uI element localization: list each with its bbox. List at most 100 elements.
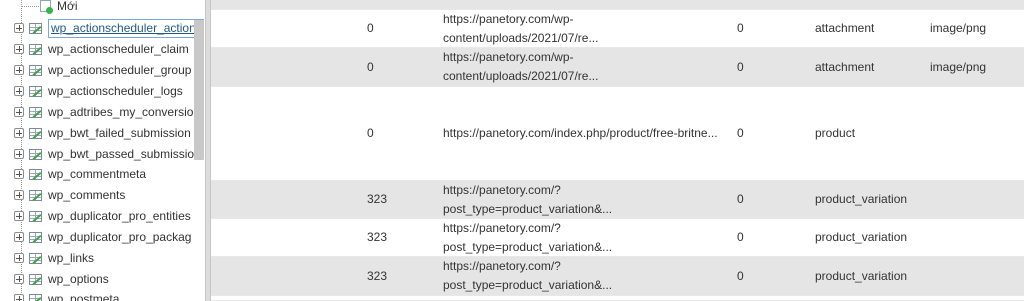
table-row[interactable]: 323 https://panetory.com/? post_type=pro… [211, 219, 1024, 257]
expand-icon[interactable] [14, 169, 24, 179]
table-name-link[interactable]: wp_actionscheduler_claim [48, 39, 189, 59]
table-icon[interactable] [29, 43, 42, 55]
mime-type-cell[interactable] [930, 257, 1020, 295]
mime-type-cell[interactable] [930, 181, 1020, 218]
expand-icon[interactable] [14, 86, 24, 96]
expand-icon[interactable] [14, 107, 24, 117]
menu-order-cell[interactable]: 0 [737, 48, 777, 86]
table-name-link[interactable]: wp_options [48, 269, 109, 289]
expand-icon[interactable] [14, 23, 24, 33]
table-row [211, 296, 1024, 301]
post-type-cell[interactable]: product_variation [815, 181, 925, 218]
expand-icon[interactable] [14, 128, 24, 138]
table-icon[interactable] [29, 293, 42, 301]
expand-icon[interactable] [14, 294, 24, 301]
post-type-cell[interactable]: attachment [815, 48, 925, 86]
table-name-link[interactable]: wp_actionscheduler_actions [48, 18, 204, 38]
tree-item-table[interactable]: wp_commentmeta [14, 164, 204, 184]
table-icon[interactable] [29, 252, 42, 264]
table-name-link[interactable]: wp_comments [48, 185, 125, 205]
table-row[interactable]: 0 https://panetory.com/wp- content/uploa… [211, 10, 1024, 48]
post-type-cell[interactable]: attachment [815, 10, 925, 47]
guid-cell[interactable]: https://panetory.com/? post_type=product… [443, 181, 728, 218]
post-parent-cell[interactable]: 0 [367, 10, 427, 47]
guid-cell[interactable]: https://panetory.com/? post_type=product… [443, 257, 728, 295]
guid-cell[interactable]: https://panetory.com/? post_type=product… [443, 219, 728, 256]
mime-type-cell[interactable] [930, 87, 1020, 180]
post-parent-cell[interactable]: 323 [367, 181, 427, 218]
table-icon[interactable] [29, 273, 42, 285]
tree-item-table[interactable]: wp_bwt_passed_submissio [14, 144, 204, 164]
menu-order-cell[interactable]: 0 [737, 10, 777, 47]
expand-icon[interactable] [14, 211, 24, 221]
tree-item-table[interactable]: wp_comments [14, 185, 204, 205]
table-icon[interactable] [29, 210, 42, 222]
table-icon[interactable] [29, 22, 42, 34]
table-name-link[interactable]: wp_adtribes_my_conversio [48, 102, 193, 122]
tree-item-table[interactable]: wp_links [14, 248, 204, 268]
menu-order-cell[interactable]: 0 [737, 181, 777, 218]
post-parent-cell[interactable]: 323 [367, 219, 427, 256]
tree-item-new[interactable]: Mới [14, 0, 204, 16]
expand-icon[interactable] [14, 232, 24, 242]
table-icon[interactable] [29, 148, 42, 160]
post-type-cell[interactable]: product_variation [815, 257, 925, 295]
table-icon[interactable] [29, 64, 42, 76]
table-icon[interactable] [29, 85, 42, 97]
new-table-icon [40, 0, 53, 14]
tree-item-table[interactable]: wp_actionscheduler_logs [14, 81, 204, 101]
table-name-link[interactable]: wp_bwt_failed_submission [48, 123, 191, 143]
table-icon[interactable] [29, 168, 42, 180]
tree-item-table[interactable]: wp_options [14, 269, 204, 289]
table-icon[interactable] [29, 189, 42, 201]
menu-order-cell[interactable]: 0 [737, 257, 777, 295]
menu-order-cell[interactable]: 0 [737, 87, 777, 180]
tree-item-table[interactable]: wp_actionscheduler_claim [14, 39, 204, 59]
tree-item-table[interactable]: wp_adtribes_my_conversio [14, 102, 204, 122]
expand-icon[interactable] [14, 149, 24, 159]
expand-icon[interactable] [14, 253, 24, 263]
table-row [211, 0, 1024, 10]
table-icon[interactable] [29, 231, 42, 243]
post-type-cell[interactable]: product [815, 87, 925, 180]
tree-item-table[interactable]: wp_duplicator_pro_entities [14, 206, 204, 226]
menu-order-cell[interactable]: 0 [737, 219, 777, 256]
post-type-cell[interactable]: product_variation [815, 219, 925, 256]
tree-item-table[interactable]: wp_duplicator_pro_packag [14, 227, 204, 247]
mime-type-cell[interactable] [930, 219, 1020, 256]
tree-item-table[interactable]: wp_actionscheduler_group [14, 60, 204, 80]
post-parent-cell[interactable]: 323 [367, 257, 427, 295]
table-name-link[interactable]: wp_commentmeta [48, 164, 146, 184]
results-grid: 0 https://panetory.com/wp- content/uploa… [211, 0, 1024, 301]
guid-cell[interactable]: https://panetory.com/wp- content/uploads… [443, 10, 728, 47]
table-name-link[interactable]: wp_duplicator_pro_packag [48, 227, 191, 247]
tree-item-table[interactable]: wp_postmeta [14, 289, 204, 301]
guid-cell[interactable]: https://panetory.com/index.php/product/f… [443, 87, 728, 180]
table-name-link[interactable]: wp_bwt_passed_submissio [48, 144, 194, 164]
table-icon[interactable] [29, 127, 42, 139]
tree-item-new-label: Mới [57, 0, 78, 13]
table-icon[interactable] [29, 106, 42, 118]
expand-icon[interactable] [14, 65, 24, 75]
post-parent-cell[interactable]: 0 [367, 48, 427, 86]
table-row[interactable]: 323 https://panetory.com/? post_type=pro… [211, 257, 1024, 296]
table-name-link[interactable]: wp_actionscheduler_group [48, 60, 191, 80]
navigation-tree: Mới wp_actionscheduler_actions wp_action… [0, 0, 205, 301]
tree-item-table[interactable]: wp_actionscheduler_actions [14, 18, 204, 38]
table-name-link[interactable]: wp_links [48, 248, 94, 268]
table-name-link[interactable]: wp_postmeta [48, 289, 119, 301]
tree-item-table[interactable]: wp_bwt_failed_submission [14, 123, 204, 143]
expand-icon[interactable] [14, 274, 24, 284]
table-row[interactable]: 0 https://panetory.com/wp- content/uploa… [211, 48, 1024, 87]
table-name-link[interactable]: wp_actionscheduler_logs [48, 81, 183, 101]
table-row[interactable]: 323 https://panetory.com/? post_type=pro… [211, 181, 1024, 219]
mime-type-cell[interactable]: image/png [930, 10, 1020, 47]
expand-icon[interactable] [14, 44, 24, 54]
table-name-link[interactable]: wp_duplicator_pro_entities [48, 206, 191, 226]
guid-cell[interactable]: https://panetory.com/wp- content/uploads… [443, 48, 728, 86]
mime-type-cell[interactable]: image/png [930, 48, 1020, 86]
post-parent-cell[interactable]: 0 [367, 87, 427, 180]
table-row[interactable]: 0 https://panetory.com/index.php/product… [211, 87, 1024, 181]
sidebar-scrollbar[interactable] [194, 20, 204, 160]
expand-icon[interactable] [14, 190, 24, 200]
